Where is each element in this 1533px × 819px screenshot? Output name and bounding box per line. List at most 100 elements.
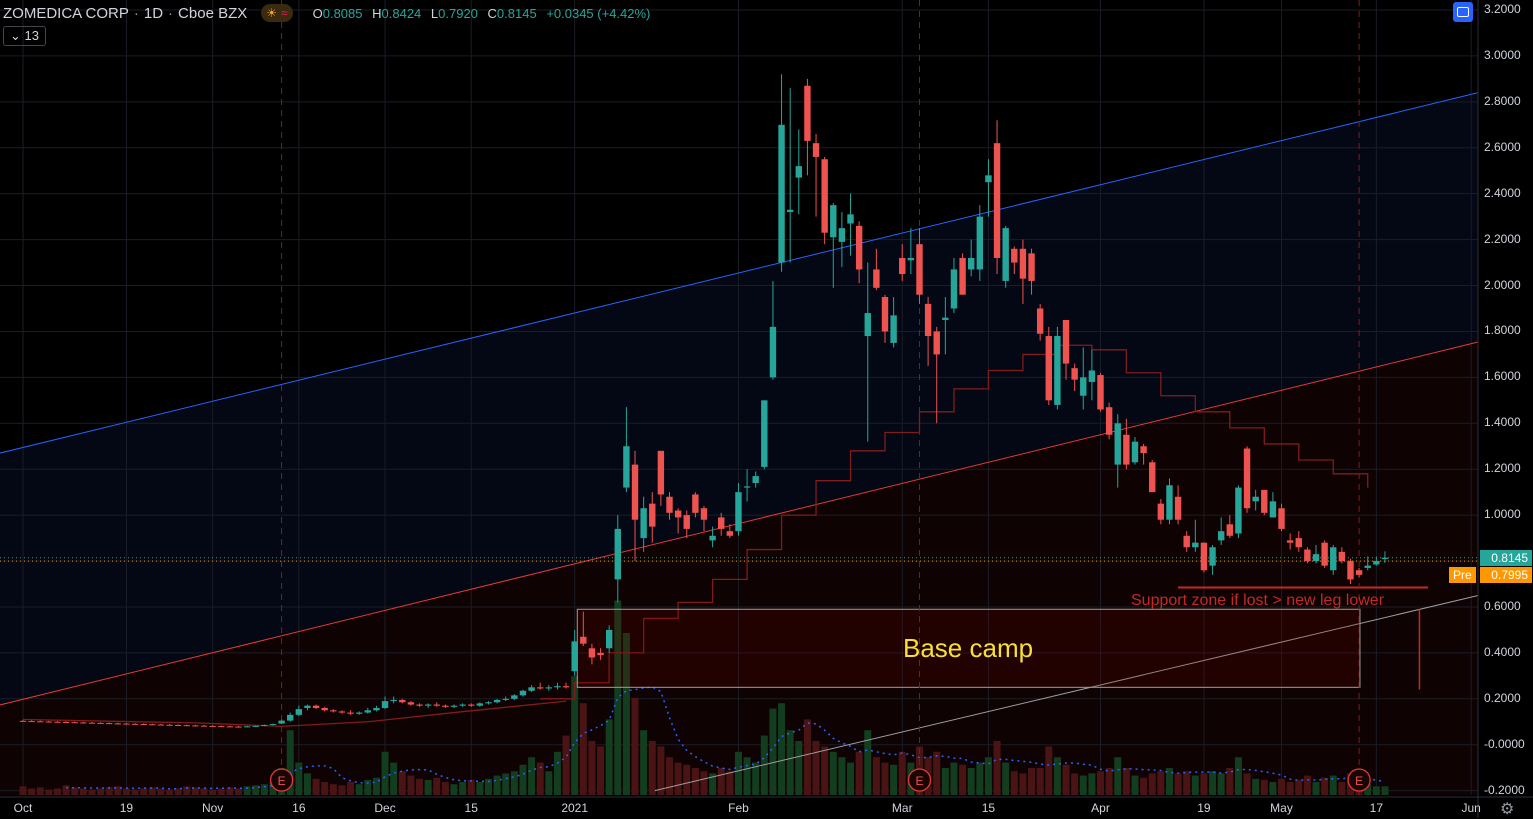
price-tick: 2.2000 (1484, 231, 1521, 246)
volume-bar (726, 771, 734, 795)
candle-body (1252, 496, 1259, 502)
candle-body (37, 721, 44, 723)
exchange: Cboe BZX (178, 4, 248, 22)
candle-body (942, 317, 949, 320)
candle-body (950, 269, 958, 309)
volume-bar (717, 768, 725, 795)
volume-bar (476, 782, 484, 795)
layout-icon[interactable] (1453, 2, 1473, 22)
candle-body (985, 175, 992, 183)
volume-bar (1122, 768, 1130, 795)
volume-bar (459, 782, 467, 795)
volume-bar (1286, 782, 1294, 795)
candle-body (183, 725, 190, 727)
base-camp-label[interactable]: Base camp (903, 633, 1033, 664)
volume-bar (984, 757, 992, 795)
candle-body (812, 143, 820, 157)
volume-bar (174, 788, 182, 795)
volume-bar (993, 741, 1001, 795)
candle-body (855, 225, 863, 270)
indicators-toggle[interactable]: ⌄ 13 (3, 26, 46, 46)
candle-body (1071, 368, 1078, 380)
candle-body (899, 257, 906, 275)
volume-bar (683, 764, 691, 795)
symbol-name[interactable]: ZOMEDICA CORP (3, 5, 129, 22)
candle-body (1364, 565, 1371, 568)
candle-body (743, 486, 751, 488)
candle-body (1355, 570, 1363, 575)
volume-bar (200, 788, 208, 795)
candle-body (295, 709, 303, 715)
volume-bar (1036, 768, 1044, 795)
candle-body (1002, 228, 1009, 281)
volume-bar (640, 730, 648, 795)
volume-bar (97, 788, 105, 795)
volume-bar (235, 788, 242, 795)
candle-body (769, 326, 777, 378)
candle-body (450, 705, 458, 707)
candle-body (1286, 540, 1294, 543)
volume-bar (847, 762, 855, 795)
candle-body (1105, 407, 1113, 435)
volume-bar (743, 757, 751, 795)
candle-body (1261, 489, 1268, 513)
settings-gear-icon[interactable]: ⚙ (1500, 799, 1514, 819)
volume-bar (140, 788, 148, 795)
interval[interactable]: 1D (144, 5, 163, 22)
candle-body (1217, 531, 1225, 541)
volume-bar (260, 784, 268, 795)
volume-bar (209, 789, 217, 795)
volume-bar (105, 787, 113, 795)
volume-bar (821, 746, 829, 795)
candle-body (493, 699, 501, 703)
candle-body (881, 297, 889, 332)
volume-bar (1252, 778, 1260, 795)
candle-body (1062, 319, 1070, 364)
volume-bar (1174, 773, 1182, 795)
volume-bar (157, 788, 165, 795)
volume-bar (53, 788, 61, 795)
candle-body (407, 702, 415, 705)
volume-bar (1148, 773, 1156, 795)
candle-body (640, 508, 647, 539)
candle-body (804, 85, 811, 141)
volume-bar (131, 789, 139, 795)
earnings-marker-label: E (1355, 774, 1363, 788)
candle-body (226, 726, 234, 728)
volume-bar (217, 788, 225, 795)
time-tick: Nov (201, 801, 224, 815)
volume-bar (36, 787, 44, 795)
candle-body (97, 722, 104, 724)
time-tick: Apr (1091, 801, 1110, 815)
volume-bar (1002, 762, 1010, 795)
candle-body (1347, 561, 1354, 580)
price-tick: 1.2000 (1484, 461, 1521, 476)
candle-body (649, 503, 656, 527)
candle-body (890, 315, 897, 343)
volume-bar (148, 787, 156, 795)
time-tick: 16 (292, 801, 306, 815)
candle-body (1149, 462, 1156, 493)
candle-body (157, 724, 165, 726)
volume-bar (416, 778, 424, 795)
candle-body (830, 205, 837, 238)
volume-bar (424, 779, 432, 795)
time-tick: 15 (981, 801, 996, 815)
session-badge[interactable]: ☀ ≈ (261, 4, 293, 22)
volume-bar (19, 786, 27, 795)
volume-bar (1028, 768, 1036, 795)
price-chart[interactable]: EEE (0, 0, 1533, 818)
volume-bar (1303, 775, 1311, 795)
volume-bar (79, 788, 87, 795)
candle-body (1036, 308, 1044, 334)
volume-bar (519, 764, 527, 795)
support-zone-label[interactable]: Support zone if lost > new leg lower (1131, 592, 1384, 610)
volume-bar (1191, 775, 1199, 795)
candle-body (364, 710, 371, 713)
volume-bar (1321, 777, 1329, 795)
candle-body (933, 331, 940, 355)
price-tick: 2.4000 (1484, 185, 1521, 200)
candle-body (468, 704, 475, 706)
candle-body (1269, 501, 1277, 518)
time-tick: 19 (1197, 801, 1211, 815)
